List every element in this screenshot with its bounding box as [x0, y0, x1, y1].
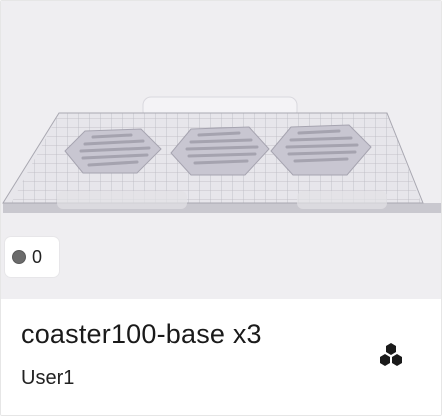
color-count-label: 0	[32, 247, 43, 267]
model-owner[interactable]: User1	[21, 367, 74, 390]
color-swatch-icon	[12, 250, 26, 264]
model-card[interactable]: 0 coaster100-base x3 User1	[0, 0, 442, 416]
build-plate-preview	[2, 96, 441, 213]
model-thumbnail[interactable]: 0	[1, 1, 441, 299]
model-title[interactable]: coaster100-base x3	[21, 319, 262, 350]
color-count-badge: 0	[5, 237, 59, 277]
hexagon-cluster-icon[interactable]	[377, 341, 405, 369]
card-info: coaster100-base x3 User1	[1, 299, 441, 415]
